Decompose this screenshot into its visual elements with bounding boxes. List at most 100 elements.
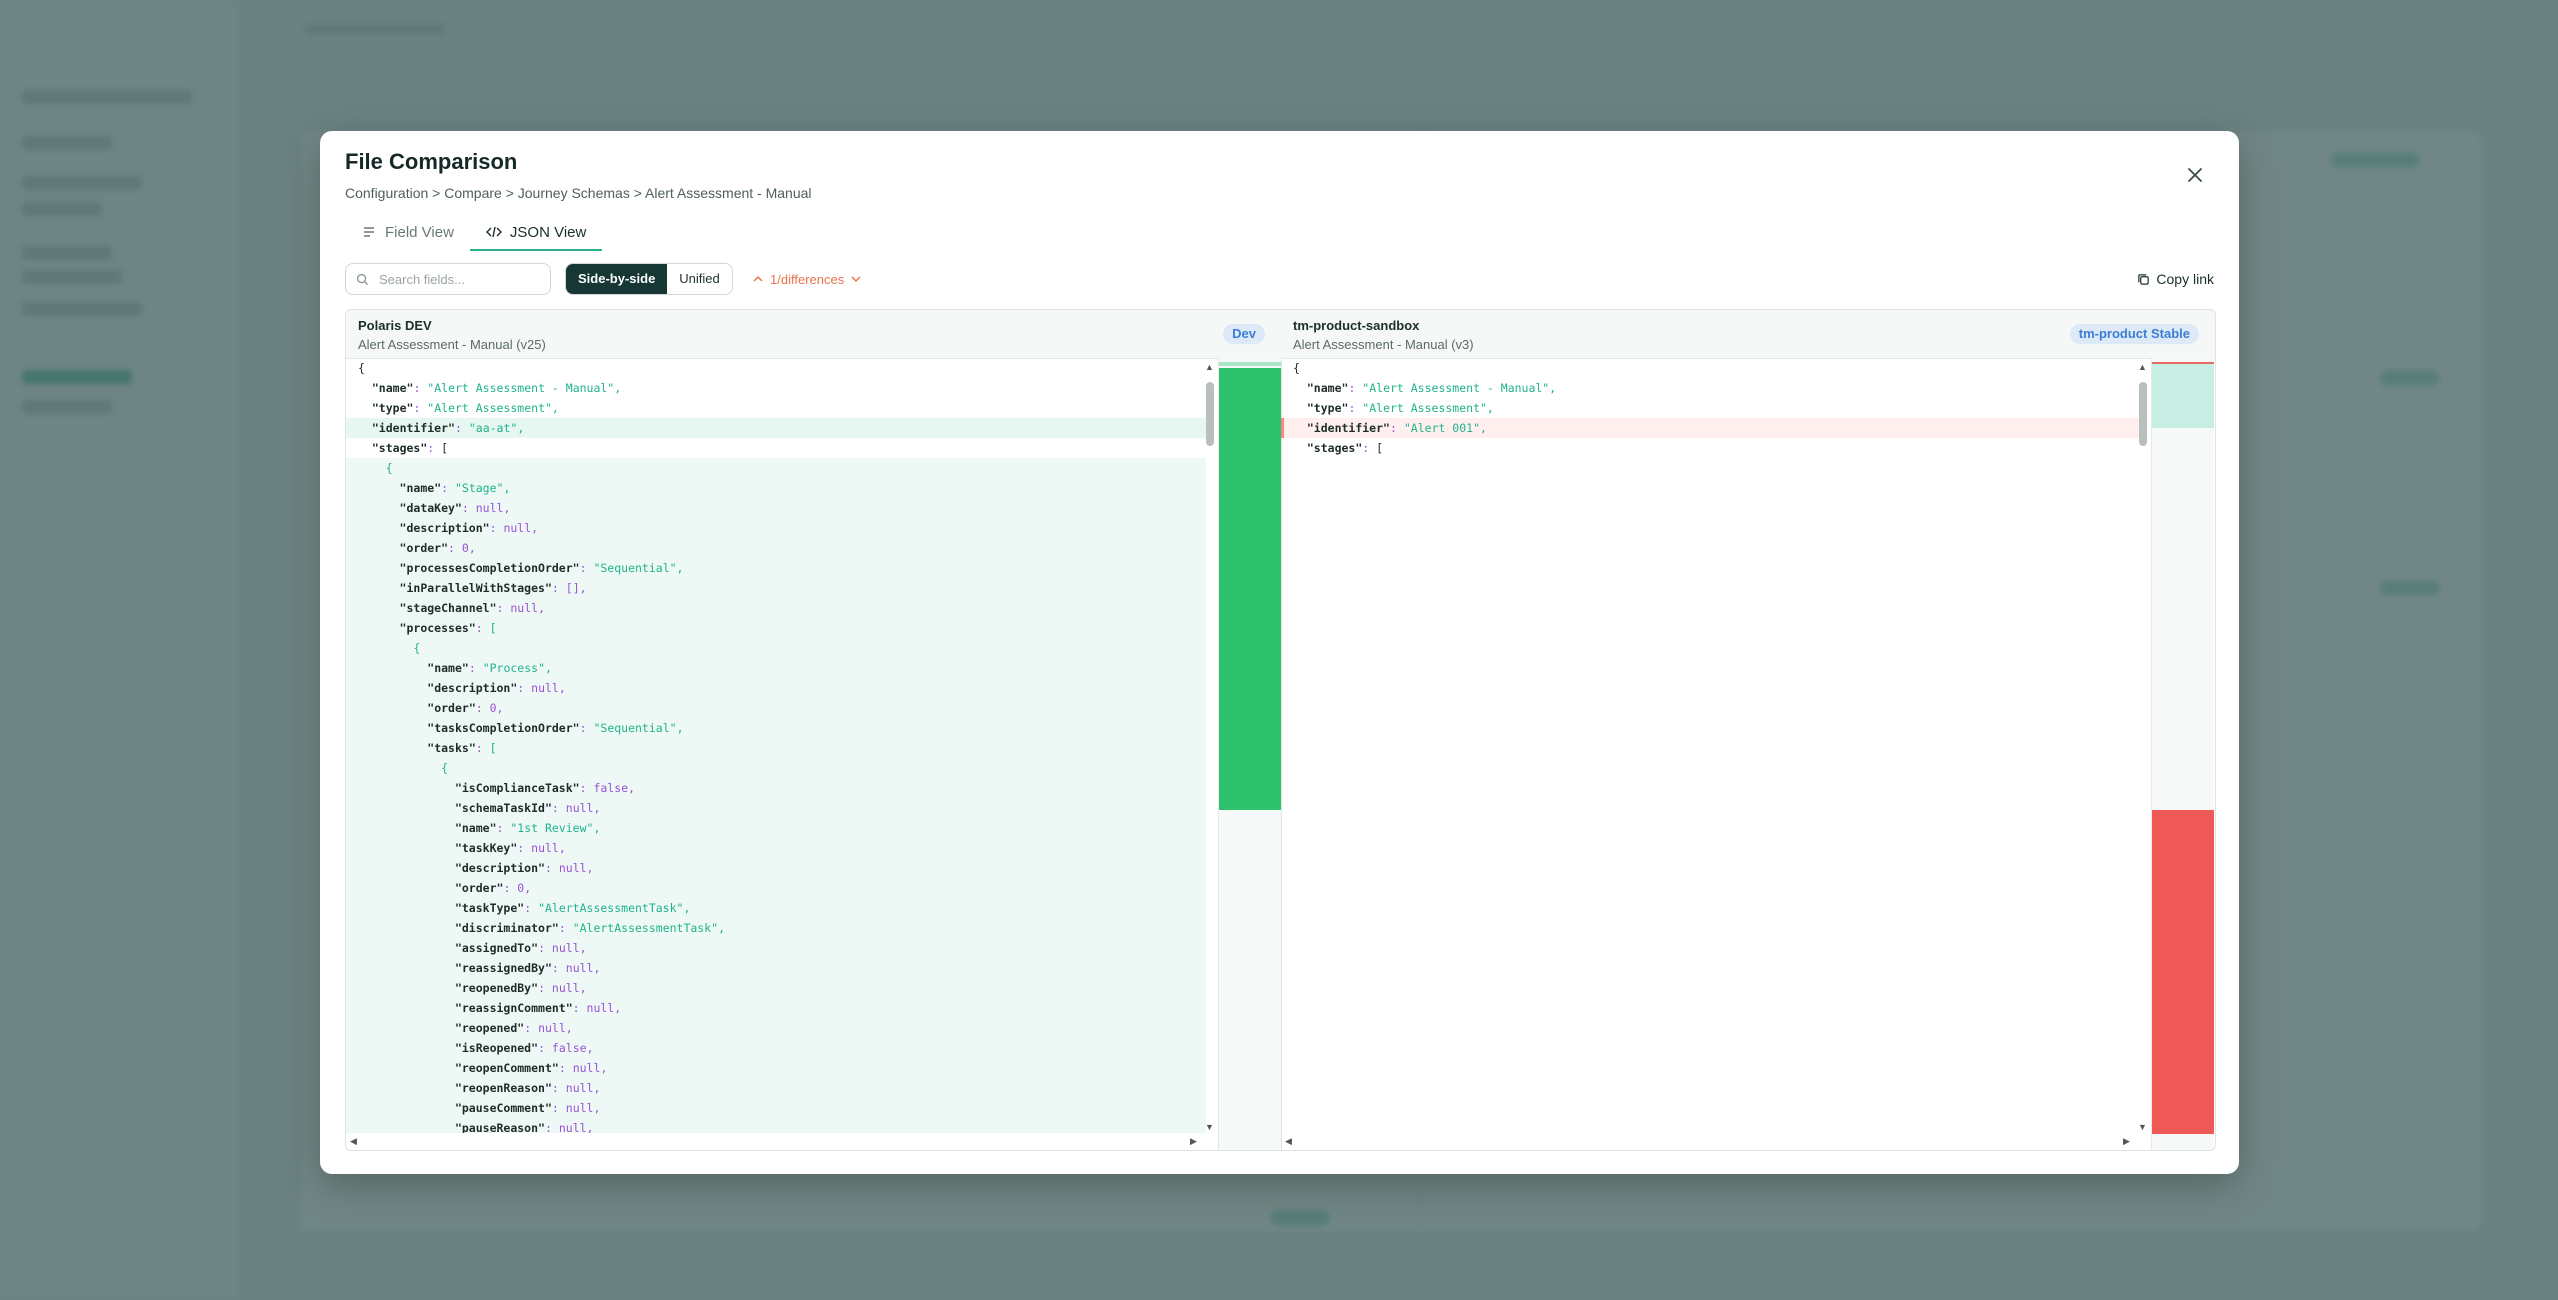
json-key: inParallelWithStages [406,581,545,595]
code-line: "name": "1st Review", [346,818,1206,838]
tab-json-view[interactable]: JSON View [469,215,603,251]
difference-navigator[interactable]: 1/differences [752,263,862,295]
unified-button[interactable]: Unified [667,264,732,294]
code-line: "description": null, [346,678,1206,698]
right-vertical-scrollbar[interactable]: ▲ ▼ [2137,362,2149,1132]
copy-link-button[interactable]: Copy link [2137,263,2214,295]
chevron-up-icon[interactable] [752,273,764,285]
scroll-up-arrow-icon[interactable]: ▲ [2138,362,2147,372]
breadcrumb: Configuration > Compare > Journey Schema… [345,185,812,201]
json-value: null [586,1001,615,1015]
json-key: order [406,541,442,555]
copy-link-label: Copy link [2156,271,2214,287]
json-key: identifier [378,421,449,435]
scroll-down-arrow-icon[interactable]: ▼ [1205,1122,1214,1132]
code-line: "reopenedBy": null, [346,978,1206,998]
minimap-added-block [1219,368,1281,810]
code-line: "taskType": "AlertAssessmentTask", [346,898,1206,918]
right-minimap[interactable] [2151,358,2214,1150]
scroll-right-arrow-icon[interactable]: ▶ [2123,1136,2130,1147]
json-key: reassignComment [461,1001,566,1015]
chevron-down-icon[interactable] [850,273,862,285]
json-key: name [461,821,490,835]
code-line: "stageChannel": null, [346,598,1206,618]
json-key: reopenedBy [461,981,532,995]
modal-title: File Comparison [345,149,518,174]
code-line: { [346,358,1206,378]
code-line: "order": 0, [346,538,1206,558]
search-input[interactable] [377,270,541,288]
right-schema-name: Alert Assessment - Manual (v3) [1293,337,1474,352]
json-value: "Alert Assessment - Manual" [427,381,615,395]
left-minimap[interactable] [1218,358,1281,1150]
scroll-down-arrow-icon[interactable]: ▼ [2138,1122,2147,1132]
json-value: null [572,1061,601,1075]
code-line: "type": "Alert Assessment", [1306,401,1494,415]
json-key: isComplianceTask [461,781,573,795]
left-env-badge: Dev [1223,324,1265,344]
json-key: stages [378,441,421,455]
view-mode-toggle: Side-by-side Unified [565,263,733,295]
json-key: type [1313,401,1342,415]
code-line: "tasks": [ [346,738,1206,758]
code-line: "order": 0, [346,698,1206,718]
json-value: "AlertAssessmentTask" [538,901,684,915]
json-key: pauseReason [461,1121,539,1133]
json-value: [ [489,741,497,755]
left-panel-header: Polaris DEV Alert Assessment - Manual (v… [346,310,1281,359]
left-horizontal-scrollbar[interactable]: ◀ ▶ [346,1133,1206,1150]
code-line: "reassignComment": null, [346,998,1206,1018]
json-key: dataKey [406,501,455,515]
code-line: "reopened": null, [346,1018,1206,1038]
json-value: [ [1376,441,1384,455]
scroll-right-arrow-icon[interactable]: ▶ [1190,1136,1197,1147]
left-code-editor[interactable]: { "name": "Alert Assessment - Manual", "… [346,358,1206,1133]
scrollbar-thumb[interactable] [2139,382,2147,446]
tab-field-view[interactable]: Field View [345,215,470,249]
left-vertical-scrollbar[interactable]: ▲ ▼ [1204,362,1216,1132]
json-key: stages [1313,441,1356,455]
code-line: "schemaTaskId": null, [346,798,1206,818]
json-key: isReopened [461,1041,532,1055]
left-panel: Polaris DEV Alert Assessment - Manual (v… [346,310,1282,1150]
code-line: "name": "Alert Assessment - Manual", [371,381,622,395]
side-by-side-button[interactable]: Side-by-side [566,264,668,294]
right-code-editor[interactable]: { "name": "Alert Assessment - Manual", "… [1281,358,2141,1133]
code-line: { [1281,358,2141,378]
json-key: identifier [1313,421,1384,435]
json-value: null [531,681,559,695]
code-line: "taskKey": null, [346,838,1206,858]
json-value: null [565,801,594,815]
scrollbar-thumb[interactable] [1206,382,1214,446]
code-line: "processes": [ [346,618,1206,638]
right-horizontal-scrollbar[interactable]: ◀ ▶ [1281,1133,2141,1150]
json-value: "Alert 001" [1403,421,1481,435]
minimap-removed-block [2152,810,2214,1134]
scroll-left-arrow-icon[interactable]: ◀ [1285,1136,1292,1147]
close-icon [2188,168,2202,182]
json-value: [ [489,621,497,635]
code-punct: { [385,461,393,475]
code-line: "description": null, [346,858,1206,878]
json-value: false [551,1041,587,1055]
json-value: "Alert Assessment - Manual" [1362,381,1550,395]
code-line: "order": 0, [346,878,1206,898]
json-key: stageChannel [406,601,490,615]
json-key: reopened [461,1021,518,1035]
json-key: name [434,661,462,675]
code-line: "pauseReason": null, [346,1118,1206,1133]
json-key: order [434,701,469,715]
json-key: assignedTo [461,941,532,955]
json-key: reopenReason [461,1081,545,1095]
code-line: "name": "Alert Assessment - Manual", [1306,381,1557,395]
json-key: discriminator [461,921,552,935]
search-icon [356,273,369,285]
code-line: "stages": [ [371,441,449,455]
json-value: null [565,961,594,975]
close-button[interactable] [2179,159,2211,191]
list-icon [364,227,374,237]
scroll-left-arrow-icon[interactable]: ◀ [350,1136,357,1147]
scroll-up-arrow-icon[interactable]: ▲ [1205,362,1214,372]
json-key: reassignedBy [461,961,545,975]
left-schema-name: Alert Assessment - Manual (v25) [358,337,546,352]
